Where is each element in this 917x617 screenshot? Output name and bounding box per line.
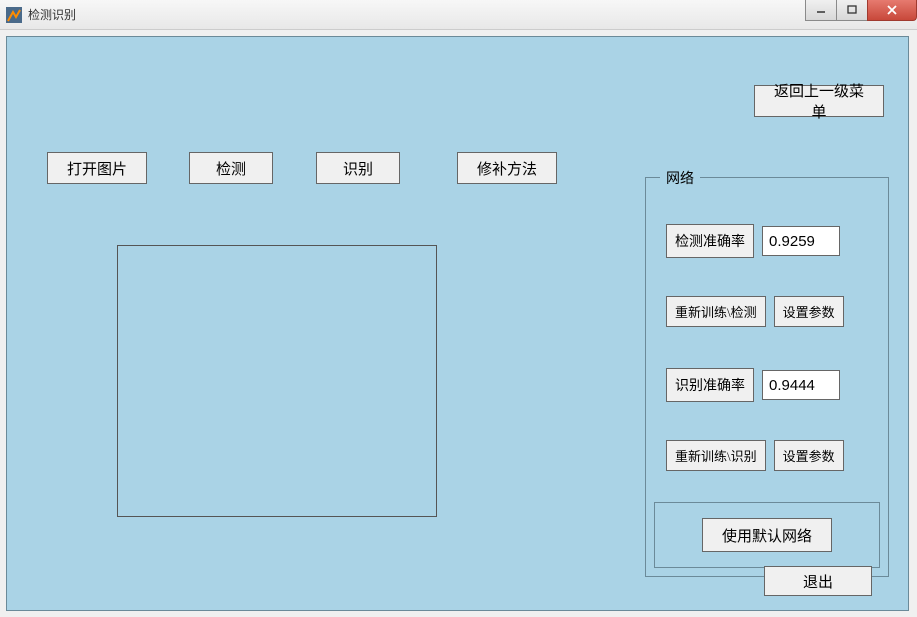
window-title: 检测识别: [28, 6, 76, 23]
close-button[interactable]: [867, 0, 917, 21]
recognize-accuracy-field[interactable]: [762, 370, 840, 400]
exit-button[interactable]: 退出: [764, 566, 872, 596]
main-panel: 返回上一级菜单 打开图片 检测 识别 修补方法 网络 检测准确率 重新训练\检测…: [6, 36, 909, 611]
detect-accuracy-row: 检测准确率: [666, 224, 840, 258]
repair-method-button[interactable]: 修补方法: [457, 152, 557, 184]
network-groupbox: 网络 检测准确率 重新训练\检测 设置参数 识别准确率 重新训练\识别 设置参数…: [645, 177, 889, 577]
retrain-detect-button[interactable]: 重新训练\检测: [666, 296, 766, 327]
detect-accuracy-label: 检测准确率: [666, 224, 754, 258]
network-group-title: 网络: [660, 168, 700, 188]
maximize-button[interactable]: [836, 0, 868, 21]
retrain-recognize-button[interactable]: 重新训练\识别: [666, 440, 766, 471]
detect-button[interactable]: 检测: [189, 152, 273, 184]
app-icon: [6, 7, 22, 23]
client-area: 返回上一级菜单 打开图片 检测 识别 修补方法 网络 检测准确率 重新训练\检测…: [0, 30, 917, 617]
return-menu-button[interactable]: 返回上一级菜单: [754, 85, 884, 117]
retrain-recognize-row: 重新训练\识别 设置参数: [666, 440, 844, 471]
titlebar: 检测识别: [0, 0, 917, 30]
minimize-button[interactable]: [805, 0, 837, 21]
detect-accuracy-field[interactable]: [762, 226, 840, 256]
recognize-set-params-button[interactable]: 设置参数: [774, 440, 844, 471]
default-network-box: 使用默认网络: [654, 502, 880, 568]
detect-set-params-button[interactable]: 设置参数: [774, 296, 844, 327]
window-controls: [806, 0, 917, 21]
use-default-network-button[interactable]: 使用默认网络: [702, 518, 832, 552]
recognize-accuracy-row: 识别准确率: [666, 368, 840, 402]
image-canvas: [117, 245, 437, 517]
retrain-detect-row: 重新训练\检测 设置参数: [666, 296, 844, 327]
recognize-button[interactable]: 识别: [316, 152, 400, 184]
recognize-accuracy-label: 识别准确率: [666, 368, 754, 402]
open-image-button[interactable]: 打开图片: [47, 152, 147, 184]
